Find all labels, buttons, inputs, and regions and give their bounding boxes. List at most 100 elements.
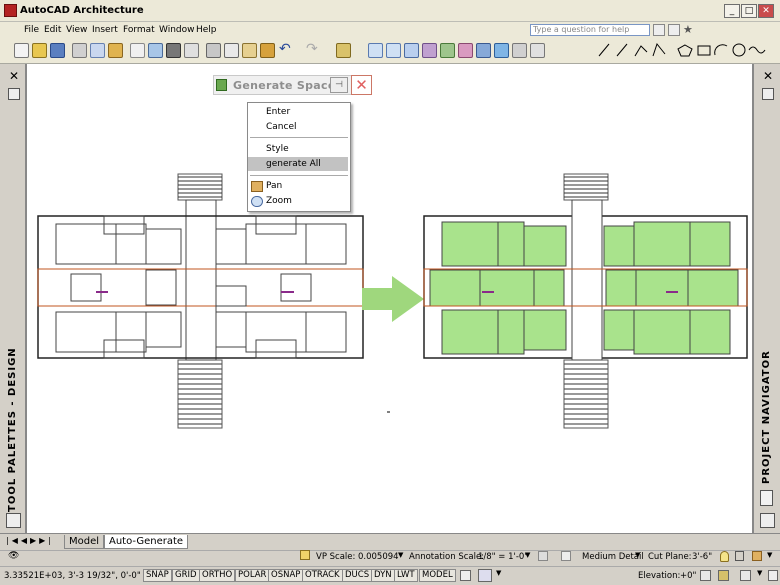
new-icon[interactable] [14,43,29,58]
zoom-realtime-icon[interactable] [368,43,383,58]
status-menu-icon[interactable]: ▼ [767,551,772,559]
plot-icon[interactable] [72,43,87,58]
tab-nav-arrows[interactable]: |◀◀▶▶| [6,536,54,545]
palette-properties-icon[interactable] [8,88,20,100]
toggle-lwt[interactable]: LWT [394,569,418,582]
annotation-scale-value[interactable]: 1/8" = 1'-0" [478,552,528,562]
quick-view-icon[interactable] [478,569,492,582]
zoom-window-icon[interactable] [386,43,401,58]
menu-file[interactable]: File [24,25,39,35]
clean-screen-dropdown-icon[interactable]: ▼ [757,569,762,577]
menu-item-generate-all[interactable]: generate All [266,159,321,169]
sheet-set-icon[interactable] [476,43,491,58]
undo-icon[interactable]: ↶ [279,41,291,57]
publish-icon[interactable] [108,43,123,58]
isolate-icon[interactable] [735,551,744,561]
tab-auto-generate[interactable]: Auto-Generate [104,535,189,549]
navigator-close-icon[interactable]: ✕ [763,69,773,83]
status-tray-icon[interactable] [752,551,762,561]
cut-plane-value[interactable]: 3'-6" [692,552,712,562]
menu-help[interactable]: Help [196,25,217,35]
calculator-icon[interactable] [166,43,181,58]
toggle-ortho[interactable]: ORTHO [199,569,236,582]
help-search-input[interactable]: Type a question for help [530,24,650,36]
properties-icon[interactable] [422,43,437,58]
cut-icon[interactable] [206,43,221,58]
quick-view-dropdown-icon[interactable]: ▼ [496,569,501,577]
palette-menu-icon[interactable] [6,513,21,528]
tool-palettes-icon[interactable] [458,43,473,58]
paste-icon[interactable] [184,43,199,58]
menu-format[interactable]: Format [123,25,155,35]
clipboard-icon[interactable] [242,43,257,58]
eye-icon[interactable]: 👁 [8,551,19,561]
favorites-star-icon[interactable]: ★ [683,23,693,36]
display-config-icon[interactable] [561,551,571,561]
open-icon[interactable] [32,43,47,58]
maximize-viewport-icon[interactable] [460,570,471,581]
vp-lock-icon[interactable] [300,550,310,560]
menu-item-style[interactable]: Style [266,144,289,154]
navigator-menu-icon[interactable] [760,513,775,528]
elevation-icon[interactable] [700,570,711,581]
menu-item-enter[interactable]: Enter [266,107,290,117]
pin-icon[interactable]: ⊣ [330,77,348,93]
toggle-grid[interactable]: GRID [172,569,200,582]
lightbulb-icon[interactable] [720,551,729,562]
toggle-polar[interactable]: POLAR [235,569,270,582]
transition-arrow [362,276,424,322]
zoom-icon [251,196,263,207]
navigator-properties-icon[interactable] [762,88,774,100]
toggle-osnap[interactable]: OSNAP [268,569,304,582]
menu-view[interactable]: View [66,25,87,35]
status-extra-icon[interactable] [768,570,778,581]
navigator-toggle-icon[interactable] [760,490,773,506]
polygon-icon[interactable] [690,42,704,56]
toggle-otrack[interactable]: OTRACK [302,569,343,582]
toggle-snap[interactable]: SNAP [143,569,172,582]
redo-icon[interactable]: ↷ [306,41,318,57]
vp-scale-dropdown-icon[interactable]: ▼ [398,551,403,559]
annotation-visibility-icon[interactable] [538,551,548,561]
save-icon[interactable] [50,43,65,58]
circle-icon[interactable] [733,42,747,56]
quickcalc-icon[interactable] [512,43,527,58]
match-properties-icon[interactable] [260,43,275,58]
line-icon[interactable] [608,42,618,56]
coordinate-readout[interactable]: 3.33521E+03, 3'-3 19/32", 0'-0" [4,571,141,581]
vp-scale-value[interactable]: 0.005094 [358,552,399,562]
pan-realtime-icon[interactable] [336,43,351,58]
communication-icon[interactable] [668,24,680,36]
palette-close-icon[interactable]: ✕ [9,69,19,83]
annotation-dropdown-icon[interactable]: ▼ [525,551,530,559]
app-logo-icon [4,4,17,17]
copy-icon[interactable] [224,43,239,58]
menu-item-zoom[interactable]: Zoom [266,196,292,206]
toggle-dyn[interactable]: DYN [371,569,395,582]
plot-preview-icon[interactable] [90,43,105,58]
zoom-previous-icon[interactable] [404,43,419,58]
toggle-model[interactable]: MODEL [419,569,456,582]
menu-item-pan[interactable]: Pan [266,181,282,191]
help-icon[interactable] [530,43,545,58]
minimize-button[interactable]: _ [724,4,740,18]
clean-screen-icon[interactable] [740,570,751,581]
layer-icon[interactable] [718,570,729,581]
search-icon[interactable] [653,24,665,36]
menu-edit[interactable]: Edit [44,25,61,35]
spellcheck-icon[interactable] [130,43,145,58]
markup-icon[interactable] [494,43,509,58]
close-button[interactable]: ✕ [758,4,774,18]
toggle-ducs[interactable]: DUCS [342,569,373,582]
maximize-button[interactable]: □ [741,4,757,18]
menu-item-cancel[interactable]: Cancel [266,122,297,132]
menu-insert[interactable]: Insert [92,25,118,35]
match-icon[interactable] [148,43,163,58]
floor-plan-drawing[interactable] [26,64,753,533]
design-center-icon[interactable] [440,43,455,58]
detail-dropdown-icon[interactable]: ▼ [635,551,640,559]
elevation-value[interactable]: +0" [680,571,696,581]
panel-close-icon[interactable]: ✕ [351,75,372,95]
menu-window[interactable]: Window [159,25,195,35]
tab-model[interactable]: Model [64,535,105,549]
